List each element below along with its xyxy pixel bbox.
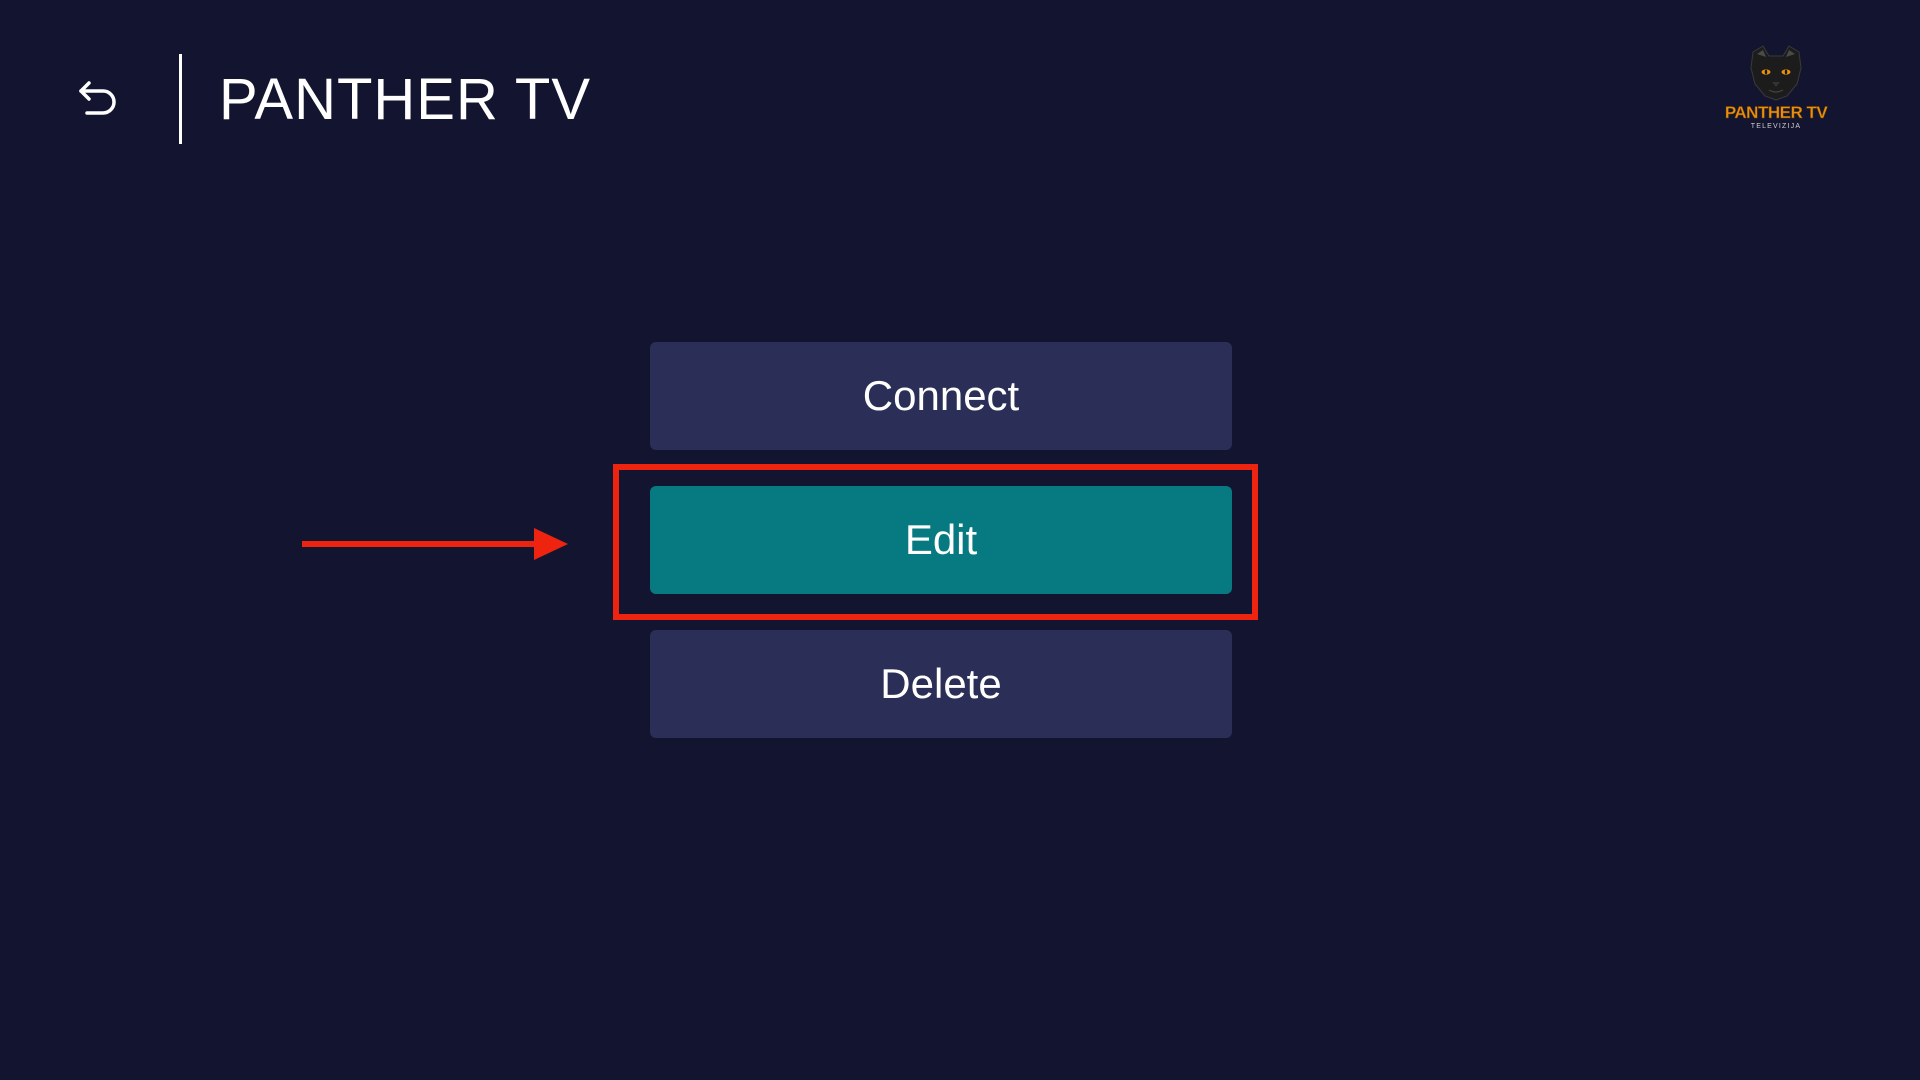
delete-button[interactable]: Delete bbox=[650, 630, 1232, 738]
back-button[interactable] bbox=[72, 72, 124, 124]
page-title: PANTHER TV bbox=[219, 67, 592, 132]
brand-logo: PANTHER TV TELEVIZIJA bbox=[1715, 44, 1837, 134]
edit-button[interactable]: Edit bbox=[650, 486, 1232, 594]
svg-text:PANTHER TV: PANTHER TV bbox=[1725, 103, 1829, 122]
header-divider bbox=[179, 54, 182, 144]
connect-button[interactable]: Connect bbox=[650, 342, 1232, 450]
right-arrow-icon bbox=[302, 528, 568, 560]
panther-head-icon bbox=[1750, 45, 1802, 101]
back-arrow-icon bbox=[79, 81, 116, 115]
svg-text:TELEVIZIJA: TELEVIZIJA bbox=[1751, 123, 1802, 130]
app-screen: PANTHER TV PANTHER TV TELEVIZIJA Connect… bbox=[0, 0, 1920, 1080]
